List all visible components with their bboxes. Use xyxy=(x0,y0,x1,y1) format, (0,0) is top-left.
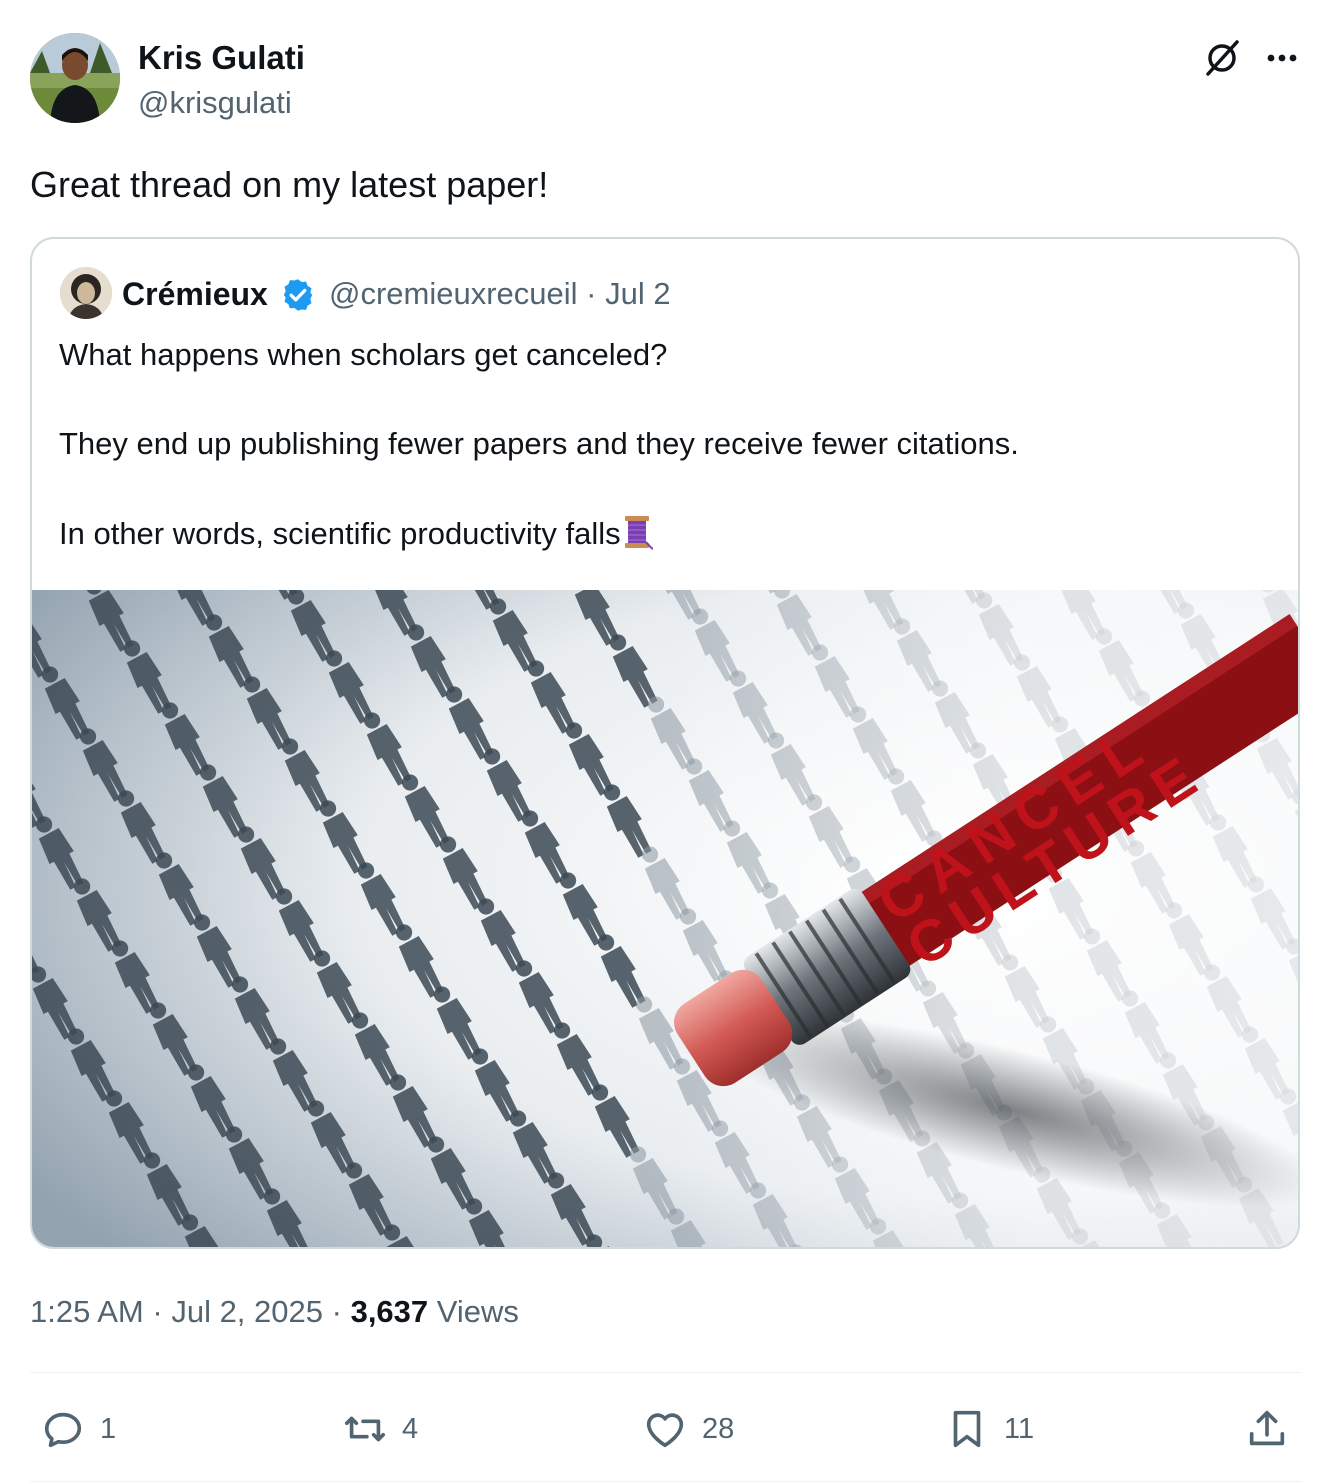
bookmark-icon xyxy=(953,1410,981,1448)
like-button[interactable]: 28 xyxy=(642,1405,734,1453)
grok-icon[interactable] xyxy=(1200,36,1244,80)
divider xyxy=(30,1372,1302,1373)
views-count: 3,637 xyxy=(350,1294,429,1329)
share-button[interactable] xyxy=(1244,1405,1290,1453)
heart-icon xyxy=(646,1413,684,1448)
quoted-text-line-1: What happens when scholars get canceled? xyxy=(59,337,668,372)
quoted-author-name[interactable]: Crémieux xyxy=(122,274,268,314)
quoted-text-line-3-text: In other words, scientific productivity … xyxy=(59,516,621,551)
tweet-meta: 1:25 AM · Jul 2, 2025 · 3,637 Views xyxy=(30,1290,519,1334)
author-name[interactable]: Kris Gulati xyxy=(138,38,305,78)
quoted-tweet[interactable]: Crémieux @cremieuxrecueil · Jul 2 What h… xyxy=(30,237,1300,1249)
divider xyxy=(30,1481,1302,1482)
retweet-count: 4 xyxy=(402,1412,419,1445)
retweet-icon xyxy=(344,1416,386,1442)
reply-count: 1 xyxy=(100,1412,117,1445)
quoted-text-line-2: They end up publishing fewer papers and … xyxy=(59,426,1019,461)
like-count: 28 xyxy=(702,1412,735,1445)
reply-icon xyxy=(44,1412,82,1448)
retweet-button[interactable]: 4 xyxy=(342,1405,418,1453)
tweet-time[interactable]: 1:25 AM xyxy=(30,1294,144,1329)
meta-separator: · xyxy=(152,1294,163,1329)
more-icon[interactable] xyxy=(1260,36,1304,80)
quoted-handle-date: @cremieuxrecueil · Jul 2 xyxy=(329,274,671,314)
separator: · xyxy=(586,276,597,311)
quoted-text-line-3: In other words, scientific productivity … xyxy=(59,514,654,554)
author-handle[interactable]: @krisgulati xyxy=(138,83,292,123)
thread-spool-emoji xyxy=(623,514,654,550)
quoted-tweet-image[interactable]: CANCEL CULTURE xyxy=(32,590,1298,1247)
bookmark-button[interactable]: 11 xyxy=(944,1405,1034,1453)
quoted-author-avatar[interactable] xyxy=(60,267,112,319)
share-icon xyxy=(1249,1410,1285,1446)
tweet-date[interactable]: Jul 2, 2025 xyxy=(171,1294,323,1329)
verified-badge-icon xyxy=(280,277,316,313)
meta-separator: · xyxy=(331,1294,342,1329)
quoted-author-handle[interactable]: @cremieuxrecueil xyxy=(329,276,578,311)
reply-button[interactable]: 1 xyxy=(40,1405,116,1453)
quoted-date[interactable]: Jul 2 xyxy=(605,276,670,311)
tweet-text: Great thread on my latest paper! xyxy=(30,164,549,205)
author-avatar[interactable] xyxy=(30,33,120,123)
views-label: Views xyxy=(436,1294,519,1329)
bookmark-count: 11 xyxy=(1004,1412,1035,1445)
